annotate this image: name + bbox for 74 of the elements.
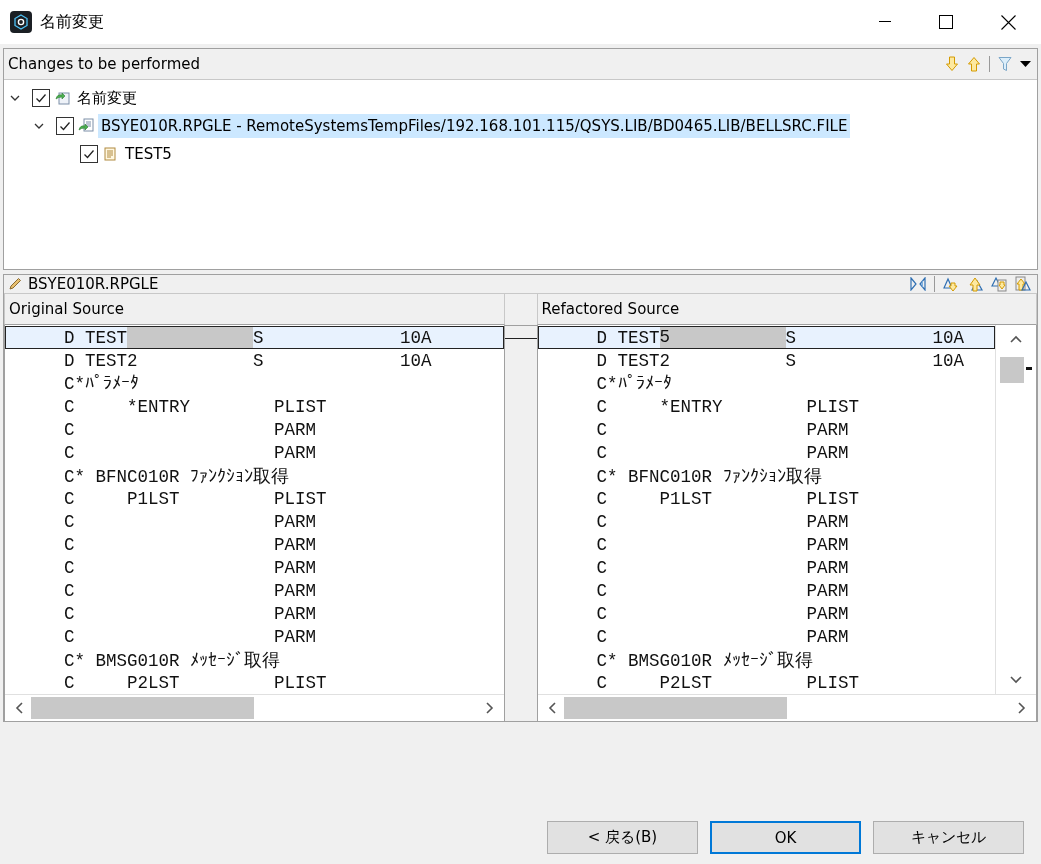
code-line: C PARM — [595, 418, 850, 441]
code-line: C* BFNC010R ﾌｧﾝｸｼｮﾝ取得 — [63, 465, 291, 487]
code-line: C PARM — [595, 556, 850, 579]
code-line: C* BFNC010R ﾌｧﾝｸｼｮﾝ取得 — [595, 465, 823, 487]
minimize-icon[interactable] — [879, 21, 891, 23]
maximize-icon[interactable] — [939, 15, 953, 29]
code-line: C P1LST PLIST — [595, 487, 861, 510]
tree-item[interactable]: 名前変更 — [74, 85, 140, 111]
tree-item[interactable]: BSYE010R.RPGLE - RemoteSystemsTempFiles/192.168.101.115/QSYS.LIB/BD0465.LIB/BELLSRC.FILE — [98, 114, 851, 138]
code-line: C PARM — [63, 533, 318, 556]
panel-title: Changes to be performed — [8, 55, 200, 73]
code-line: C PARM — [595, 510, 850, 533]
checkbox[interactable] — [80, 145, 98, 163]
code-line: C*ﾊﾟﾗﾒｰﾀ — [63, 372, 140, 395]
expand-chevron-icon[interactable] — [10, 95, 20, 101]
file-change-icon — [78, 118, 94, 134]
dialog-button[interactable]: OK — [710, 821, 861, 854]
change-icon — [54, 90, 70, 106]
scrollbar-thumb[interactable] — [31, 697, 255, 719]
code-line: C PARM — [595, 533, 850, 556]
scroll-up-icon[interactable] — [1010, 335, 1022, 343]
compare-title: BSYE010R.RPGLE — [28, 275, 159, 293]
scrollbar-thumb[interactable] — [563, 697, 787, 719]
code-line: D TEST2 S 10A — [63, 349, 433, 372]
code-line: C PARM — [63, 579, 318, 602]
scroll-right-icon[interactable] — [485, 702, 494, 714]
code-line: C P2LST PLIST — [595, 671, 861, 694]
pane-title: Original Source — [9, 300, 124, 318]
code-line: C PARM — [595, 441, 850, 464]
app-icon — [10, 11, 32, 33]
code-line: C PARM — [63, 441, 318, 464]
checkbox[interactable] — [32, 89, 50, 107]
code-line: C PARM — [595, 625, 850, 648]
change-marker — [1026, 367, 1032, 370]
copy-all-icon[interactable] — [910, 277, 926, 291]
checkmark-icon — [82, 147, 96, 161]
close-icon[interactable] — [1001, 14, 1016, 30]
code-line: C PARM — [595, 602, 850, 625]
code-line: C P2LST PLIST — [63, 671, 328, 694]
previous-difference-icon[interactable] — [967, 276, 983, 292]
code-line: C PARM — [595, 579, 850, 602]
code-line: C* BMSG010R ﾒｯｾｰｼﾞ取得 — [63, 649, 282, 671]
scrollbar-thumb[interactable] — [1000, 357, 1024, 383]
code-line: C PARM — [63, 418, 318, 441]
dialog-button[interactable]: < 戻る(B) — [547, 821, 698, 854]
change-highlight: 5 — [659, 327, 786, 348]
checkbox[interactable] — [56, 117, 74, 135]
document-edit-icon — [102, 146, 118, 162]
expand-chevron-icon[interactable] — [34, 123, 44, 129]
checkmark-icon — [34, 91, 48, 105]
scroll-right-icon[interactable] — [1018, 702, 1026, 714]
code-line: C *ENTRY PLIST — [595, 395, 861, 418]
checkmark-icon — [58, 119, 72, 133]
code-line: D TEST2 S 10A — [595, 349, 966, 372]
window-title: 名前変更 — [40, 11, 104, 33]
code-line: C *ENTRY PLIST — [63, 395, 328, 418]
scroll-left-icon[interactable] — [547, 702, 556, 714]
code-line: C PARM — [63, 556, 318, 579]
next-change-icon[interactable] — [991, 276, 1007, 292]
code-line: C PARM — [63, 602, 318, 625]
pencil-icon — [8, 277, 22, 291]
previous-change-icon[interactable] — [1015, 276, 1031, 292]
next-difference-icon[interactable] — [943, 276, 959, 292]
code-line: C* BMSG010R ﾒｯｾｰｼﾞ取得 — [595, 649, 814, 671]
scroll-down-icon[interactable] — [1010, 676, 1022, 684]
code-line: C P1LST PLIST — [63, 487, 328, 510]
code-line: C PARM — [63, 625, 318, 648]
pane-title: Refactored Source — [541, 300, 680, 318]
code-line: C PARM — [63, 510, 318, 533]
dialog-button[interactable]: キャンセル — [873, 821, 1024, 854]
dropdown-caret-icon[interactable] — [1020, 61, 1031, 67]
scroll-left-icon[interactable] — [15, 702, 23, 714]
code-line: C*ﾊﾟﾗﾒｰﾀ — [595, 372, 673, 395]
tree-item[interactable]: TEST5 — [122, 142, 175, 166]
